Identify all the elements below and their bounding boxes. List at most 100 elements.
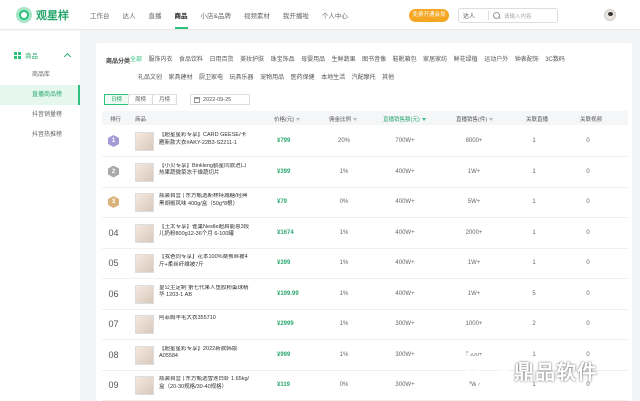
category-chips-row2: 礼品文创 家具建材 厨卫家电 玩具乐器 宠物用品 医药保健 本地生活 汽配摩托 其他 [138,73,401,83]
search-box[interactable]: 达人 请输入内容 [458,8,558,23]
table-row[interactable]: 07 阿菲姆羊毛大衣355710 ¥2999 1% 300W+ 1000+ 2 0 [102,310,628,340]
category-chip[interactable]: 家具建材 [169,73,193,83]
table-row[interactable]: 04 【王太专享】雀巢Nestle超启能恩3段儿奶粉800g12-36个月 6-1… [102,219,628,249]
nav-personal-center[interactable]: 个人中心 [322,10,348,20]
product-thumbnail[interactable] [135,223,154,243]
product-name[interactable]: 【王太专享】雀巢Nestle超启能恩3段儿奶粉800g12-36个月 6-100… [159,224,251,239]
nav-store-brand[interactable]: 小店&品牌 [201,10,231,20]
product-name[interactable]: 【小贝专享】Binkleng鹤星同款进口热果蔬微菜冻干燥蔬切片 [159,163,251,178]
header-price[interactable]: 价格(元) [274,115,301,123]
sidebar-item-product-library[interactable]: 商品库 [0,65,80,85]
category-chip[interactable]: 3C数码 [545,55,565,65]
search-type-select[interactable]: 达人 [459,11,489,20]
header-live-volume-label: 直播销售(件) [456,117,488,123]
sort-active-icon [421,118,426,122]
table-header: 排行 商品 价格(元) 佣金比例 直播销售额(元) 直播销售(件) 关联直播 关… [102,111,628,125]
free-membership-button[interactable]: 免费开通会员 [409,9,449,22]
category-chip[interactable]: 玩具乐器 [230,73,254,83]
category-chip[interactable]: 宠物用品 [260,73,284,83]
product-name[interactable]: 阿菲姆羊毛大衣355710 [159,315,251,323]
table-row[interactable]: 3 瓶装自营 | 东方甄选斯林特减糖/经典黑胡椒风味 400g/盒（50g*8根）… [102,188,628,218]
product-thumbnail[interactable] [135,345,154,365]
nav-my-live[interactable]: 我开播啦 [283,10,309,20]
product-name[interactable]: 皇公主定制 第七代果人鱼胶粉蛋球精华 1203-1 AB [159,285,251,300]
product-thumbnail[interactable] [135,254,154,273]
header-live-volume[interactable]: 直播销售(件) [456,115,494,123]
search-icon[interactable] [493,11,501,20]
user-avatar[interactable] [604,9,616,21]
category-chip[interactable]: 图书音像 [362,55,386,65]
category-chip[interactable]: 医药保健 [291,73,315,83]
category-chip[interactable]: 珠宝饰品 [271,55,295,65]
live-sales-cell: 400W+ [395,260,415,266]
product-name[interactable]: 瓶装自营 | 东方甄选雪莲白虾 1.65kg/盒（20-30规格/30-40规格… [159,376,251,391]
table-row[interactable]: 2 【小贝专享】Binkleng鹤星同款进口热果蔬微菜冻干燥蔬切片 ¥399 1% 40… [102,158,628,188]
nav-products[interactable]: 商品 [174,10,188,29]
category-chip[interactable]: 家居家纺 [423,55,447,65]
category-chip[interactable]: 母婴用品 [301,55,325,65]
live-sales-cell: 400W+ [395,199,415,205]
category-chip[interactable]: 鲜花绿植 [454,55,478,65]
category-chip[interactable]: 钟表配饰 [515,55,539,65]
product-thumbnail[interactable] [135,315,154,334]
product-thumbnail[interactable] [135,284,154,304]
category-chip[interactable]: 汽配摩托 [352,73,376,83]
product-name[interactable]: 【超星星彩专享】CARD GEESE/卡雁新款大衣#AKY-22B3-S2211… [159,132,251,147]
brand-name: 观星样 [36,9,69,22]
sidebar-item-sales-ranking[interactable]: 抖音销量榜 [0,105,80,125]
header-related-video: 关联视频 [580,117,603,123]
related-video-cell: 0 [586,321,590,327]
category-chips-row1: 全部 服饰内衣 食品饮料 日用百货 美妆护肤 珠宝饰品 母婴用品 生鲜蔬果 图书音像 鞋靴箱包 家居… [130,55,630,65]
product-thumbnail[interactable] [135,376,154,395]
tab-daily[interactable]: 日榜 [104,94,130,105]
product-name[interactable]: 【我爸同专享】花本100%桑蚕丝被4斤+柔丝纤维被7斤 [159,254,251,269]
live-sales-cell: 400W+ [395,290,415,297]
category-chip[interactable]: 生鲜蔬果 [332,55,356,65]
category-chip[interactable]: 厨卫家电 [199,73,223,83]
category-chip[interactable]: 服饰内衣 [149,55,173,65]
tab-weekly[interactable]: 周榜 [128,94,154,105]
category-chip[interactable]: 运动户外 [484,55,508,65]
product-thumbnail[interactable] [135,162,154,182]
sidebar-group-products[interactable]: 商品 [0,45,80,65]
tab-monthly[interactable]: 月榜 [152,94,178,105]
category-chip[interactable]: 其他 [382,73,394,83]
nav-video-material[interactable]: 视频素材 [244,10,270,20]
product-name[interactable]: 【超星星彩专享】2022新款韩版A05584 [159,346,251,361]
table-row[interactable]: 06 皇公主定制 第七代果人鱼胶粉蛋球精华 1203-1 AB ¥199.99 1% 4… [102,280,628,310]
product-name[interactable]: 瓶装自营 | 东方甄选斯林特减糖/经典黑胡椒风味 400g/盒（50g*8根） [159,193,251,208]
table-row[interactable]: 1 【超星星彩专享】CARD GEESE/卡雁新款大衣#AKY-22B3-S221… [102,127,628,157]
category-chip[interactable]: 本地生活 [321,73,345,83]
product-thumbnail[interactable] [135,132,154,151]
live-volume-cell: 1W+ [467,168,481,175]
related-video-cell: 0 [586,229,590,236]
brand-logo[interactable]: 观星样 [16,6,84,23]
live-sales-cell: 300W+ [395,351,415,358]
date-picker[interactable]: 2022-09-25 [190,94,251,105]
sidebar-item-hot-ranking[interactable]: 抖音热推榜 [0,125,80,145]
category-chip[interactable]: 食品饮料 [179,55,203,65]
header-commission[interactable]: 佣金比例 [329,115,358,123]
logo-icon [16,6,32,23]
header-live-sales[interactable]: 直播销售额(元) [383,115,426,123]
product-thumbnail[interactable] [135,193,154,212]
category-chip[interactable]: 全部 [130,55,142,65]
sidebar-item-live-ranking[interactable]: 直播商品榜 [0,85,80,105]
category-chip[interactable]: 鞋靴箱包 [393,55,417,65]
live-volume-cell: 1000+ [465,321,483,327]
watermark: 鼎品软件 [466,345,636,395]
category-chip[interactable]: 日用百货 [210,55,234,65]
price-cell: ¥799 [277,138,291,144]
table-row[interactable]: 05 【我爸同专享】花本100%桑蚕丝被4斤+柔丝纤维被7斤 ¥399 1% 400W+… [102,249,628,279]
search-input[interactable]: 请输入内容 [504,12,532,20]
nav-talent[interactable]: 达人 [123,10,136,20]
rank-medal-badge: 2 [108,165,119,178]
live-volume-cell: 8000+ [465,138,483,144]
nav-live[interactable]: 直播 [149,10,162,20]
rank-number: 04 [108,227,119,238]
category-chip[interactable]: 美妆护肤 [240,55,264,65]
nav-workbench[interactable]: 工作台 [90,10,110,20]
rank-medal-badge: 1 [108,135,119,147]
commission-cell: 0% [339,382,349,388]
category-chip[interactable]: 礼品文创 [138,73,162,83]
